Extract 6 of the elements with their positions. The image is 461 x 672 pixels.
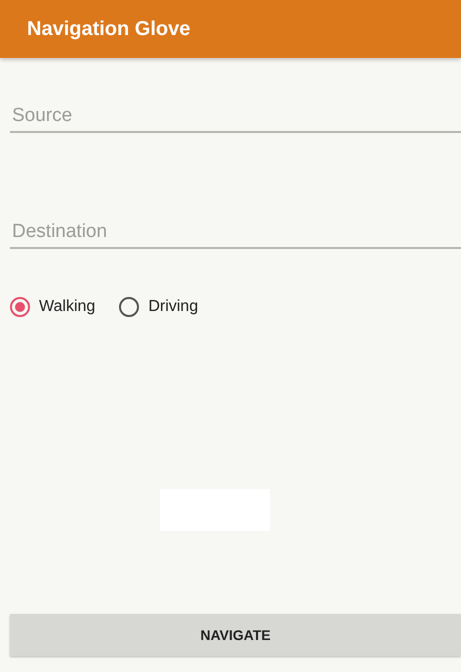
radio-option[interactable]: Driving: [119, 297, 198, 317]
navigate-button[interactable]: NAVIGATE: [10, 614, 461, 656]
radio-option[interactable]: Walking: [10, 297, 96, 317]
text-field[interactable]: Source: [10, 105, 461, 133]
app-title: Navigation Glove: [27, 18, 190, 40]
text-field[interactable]: Destination: [10, 221, 461, 249]
